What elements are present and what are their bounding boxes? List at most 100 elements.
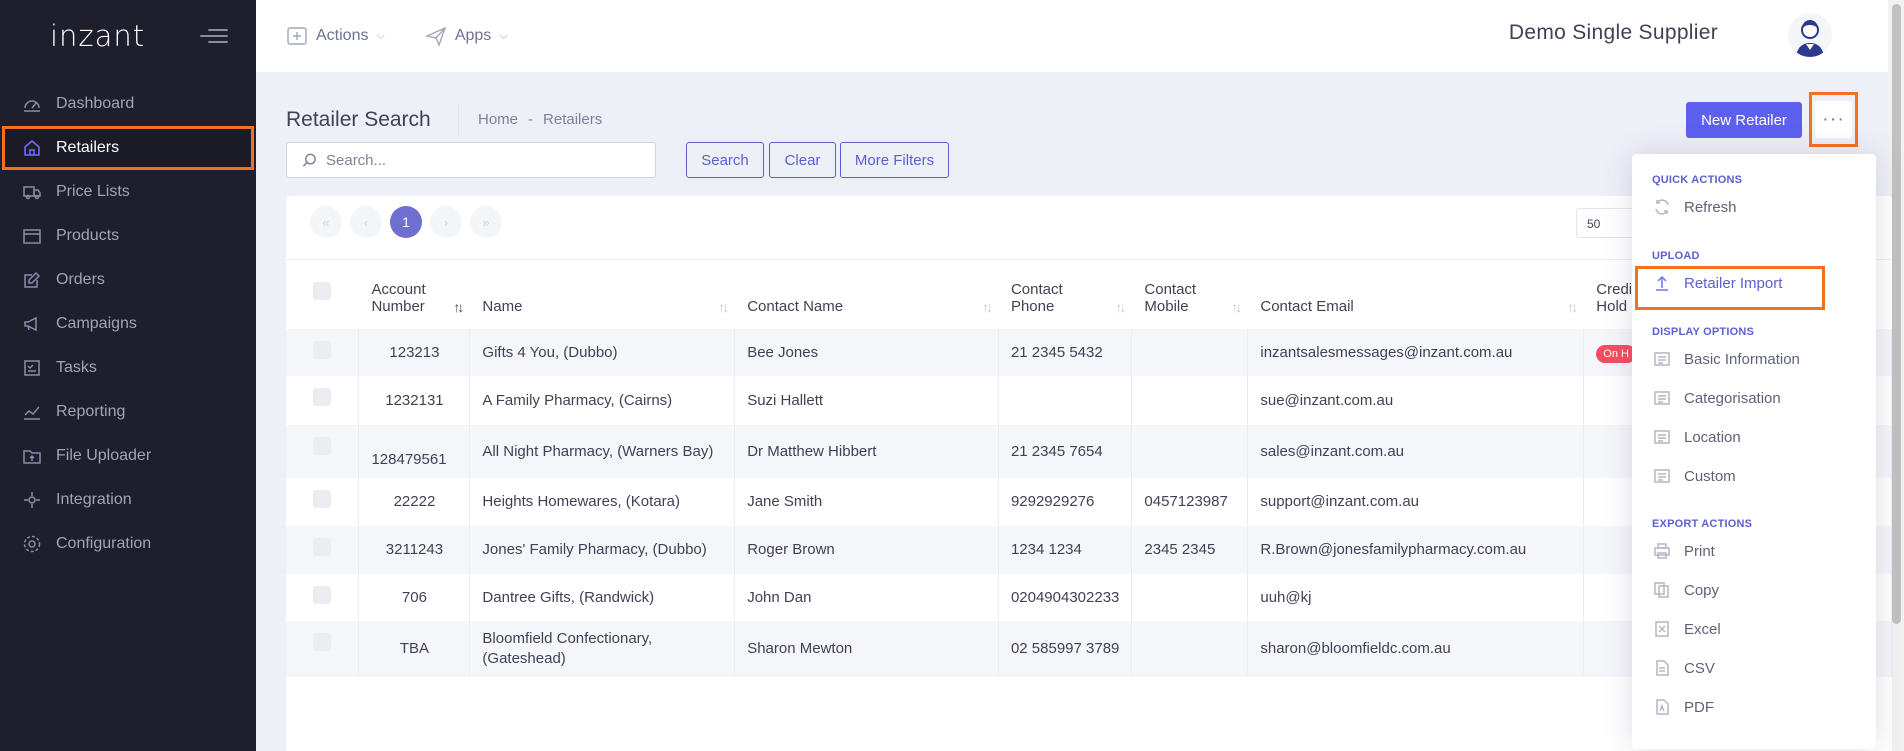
- name-header[interactable]: Name ↑↓: [469, 259, 736, 329]
- contact-email-header[interactable]: Contact Email ↑↓: [1247, 259, 1585, 329]
- header-label: Contact Name: [747, 297, 844, 315]
- sidebar-item-campaigns[interactable]: Campaigns: [0, 302, 256, 346]
- sidebar-item-products[interactable]: Products: [0, 214, 256, 258]
- row-checkbox[interactable]: [313, 340, 332, 359]
- phone-cell: [998, 375, 1133, 425]
- sidebar-toggle-icon[interactable]: [200, 26, 228, 46]
- contact-name-header[interactable]: Contact Name ↑↓: [734, 259, 999, 329]
- refresh-menu-item[interactable]: Refresh: [1652, 192, 1737, 222]
- gear-icon: [22, 534, 42, 554]
- export-actions-heading: EXPORT ACTIONS: [1652, 518, 1753, 530]
- csv-menu-item[interactable]: CSV: [1652, 653, 1715, 683]
- row-checkbox[interactable]: [313, 436, 332, 455]
- sidebar-item-retailers[interactable]: Retailers: [2, 126, 254, 170]
- account-cell: TBA: [358, 620, 471, 677]
- contact-name-cell: John Dan: [734, 573, 999, 621]
- row-select-cell: [286, 424, 360, 478]
- sidebar-item-integration[interactable]: Integration: [0, 478, 256, 522]
- phone-cell: 02 585997 3789: [998, 620, 1133, 677]
- row-select-cell: [286, 328, 360, 376]
- more-actions-button[interactable]: ···: [1815, 101, 1852, 138]
- last-page-button[interactable]: »: [470, 206, 502, 238]
- search-box: [286, 142, 656, 178]
- sidebar-item-label: Configuration: [56, 535, 152, 552]
- categorisation-menu-item[interactable]: Categorisation: [1652, 383, 1781, 413]
- sidebar-item-label: Products: [56, 227, 120, 244]
- retailer-import-highlight: [1635, 266, 1825, 310]
- search-icon: [302, 153, 316, 167]
- prev-page-button[interactable]: ‹: [350, 206, 382, 238]
- actions-menu[interactable]: Actions ⌵: [286, 25, 385, 47]
- menu-item-label: Refresh: [1684, 198, 1737, 216]
- csv-file-icon: [1652, 658, 1672, 678]
- megaphone-icon: [22, 314, 42, 334]
- row-checkbox[interactable]: [313, 387, 332, 406]
- breadcrumb-retailers[interactable]: Retailers: [543, 111, 602, 128]
- sidebar-item-reporting[interactable]: Reporting: [0, 390, 256, 434]
- breadcrumb-home[interactable]: Home: [478, 111, 518, 128]
- contact-name-cell: Bee Jones: [734, 328, 999, 376]
- menu-item-label: Location: [1684, 428, 1741, 446]
- app-logo[interactable]: inzant: [50, 19, 145, 53]
- page-number-button[interactable]: 1: [390, 206, 422, 238]
- search-button[interactable]: Search: [686, 142, 764, 178]
- name-cell[interactable]: Bloomfield Confectionary, (Gateshead): [469, 620, 736, 677]
- pdf-menu-item[interactable]: PDF: [1652, 692, 1714, 722]
- row-select-cell: [286, 620, 360, 677]
- sidebar-item-price-lists[interactable]: Price Lists: [0, 170, 256, 214]
- copy-icon: [1652, 580, 1672, 600]
- row-checkbox[interactable]: [313, 632, 332, 651]
- name-cell[interactable]: Dantree Gifts, (Randwick): [469, 573, 736, 621]
- name-cell[interactable]: Gifts 4 You, (Dubbo): [469, 328, 736, 376]
- email-cell: sharon@bloomfieldc.com.au: [1247, 620, 1585, 677]
- excel-menu-item[interactable]: Excel: [1652, 614, 1721, 644]
- truck-icon: [22, 182, 42, 202]
- row-select-cell: [286, 573, 360, 621]
- contact-mobile-header[interactable]: Contact Mobile ↑↓: [1131, 259, 1249, 329]
- account-cell: 123213: [358, 328, 471, 376]
- search-input[interactable]: [326, 151, 646, 169]
- header-label: Name: [482, 297, 523, 315]
- next-page-button[interactable]: ›: [430, 206, 462, 238]
- phone-cell: 9292929276: [998, 477, 1133, 526]
- account-cell: 22222: [358, 477, 471, 526]
- account-number-header[interactable]: Account Number ↑↓: [358, 259, 471, 329]
- row-checkbox[interactable]: [313, 537, 332, 556]
- name-cell[interactable]: Heights Homewares, (Kotara): [469, 477, 736, 526]
- contact-phone-header[interactable]: Contact Phone ↑↓: [998, 259, 1133, 329]
- name-cell[interactable]: All Night Pharmacy, (Warners Bay): [469, 424, 736, 478]
- row-checkbox[interactable]: [313, 489, 332, 508]
- upload-heading: UPLOAD: [1652, 250, 1700, 262]
- sidebar-item-configuration[interactable]: Configuration: [0, 522, 256, 566]
- name-cell[interactable]: A Family Pharmacy, (Cairns): [469, 375, 736, 425]
- sidebar-item-file-uploader[interactable]: File Uploader: [0, 434, 256, 478]
- copy-menu-item[interactable]: Copy: [1652, 575, 1719, 605]
- more-filters-button[interactable]: More Filters: [840, 142, 949, 178]
- print-menu-item[interactable]: Print: [1652, 536, 1715, 566]
- scrollbar-thumb[interactable]: [1892, 4, 1901, 624]
- sidebar-item-label: Reporting: [56, 403, 126, 420]
- first-page-button[interactable]: «: [310, 206, 342, 238]
- sidebar-item-label: Price Lists: [56, 183, 130, 200]
- select-all-checkbox[interactable]: [313, 282, 332, 301]
- header-label: Contact Email: [1260, 297, 1354, 315]
- supplier-name[interactable]: Demo Single Supplier: [1509, 21, 1718, 45]
- new-retailer-button[interactable]: New Retailer: [1686, 102, 1802, 138]
- row-select-cell: [286, 477, 360, 526]
- sidebar-item-orders[interactable]: Orders: [0, 258, 256, 302]
- actions-menu-label: Actions: [316, 27, 369, 44]
- name-cell[interactable]: Jones' Family Pharmacy, (Dubbo): [469, 525, 736, 574]
- contact-name-cell: Roger Brown: [734, 525, 999, 574]
- location-menu-item[interactable]: Location: [1652, 422, 1741, 452]
- apps-menu[interactable]: Apps ⌵: [424, 25, 508, 47]
- printer-icon: [1652, 541, 1672, 561]
- clear-button[interactable]: Clear: [769, 142, 836, 178]
- sidebar-item-dashboard[interactable]: Dashboard: [0, 82, 256, 126]
- user-avatar[interactable]: [1788, 13, 1832, 57]
- custom-menu-item[interactable]: Custom: [1652, 461, 1736, 491]
- sidebar-item-label: Tasks: [56, 359, 97, 376]
- row-checkbox[interactable]: [313, 585, 332, 604]
- sidebar-item-tasks[interactable]: Tasks: [0, 346, 256, 390]
- basic-information-menu-item[interactable]: Basic Information: [1652, 344, 1800, 374]
- add-square-icon: [286, 25, 308, 47]
